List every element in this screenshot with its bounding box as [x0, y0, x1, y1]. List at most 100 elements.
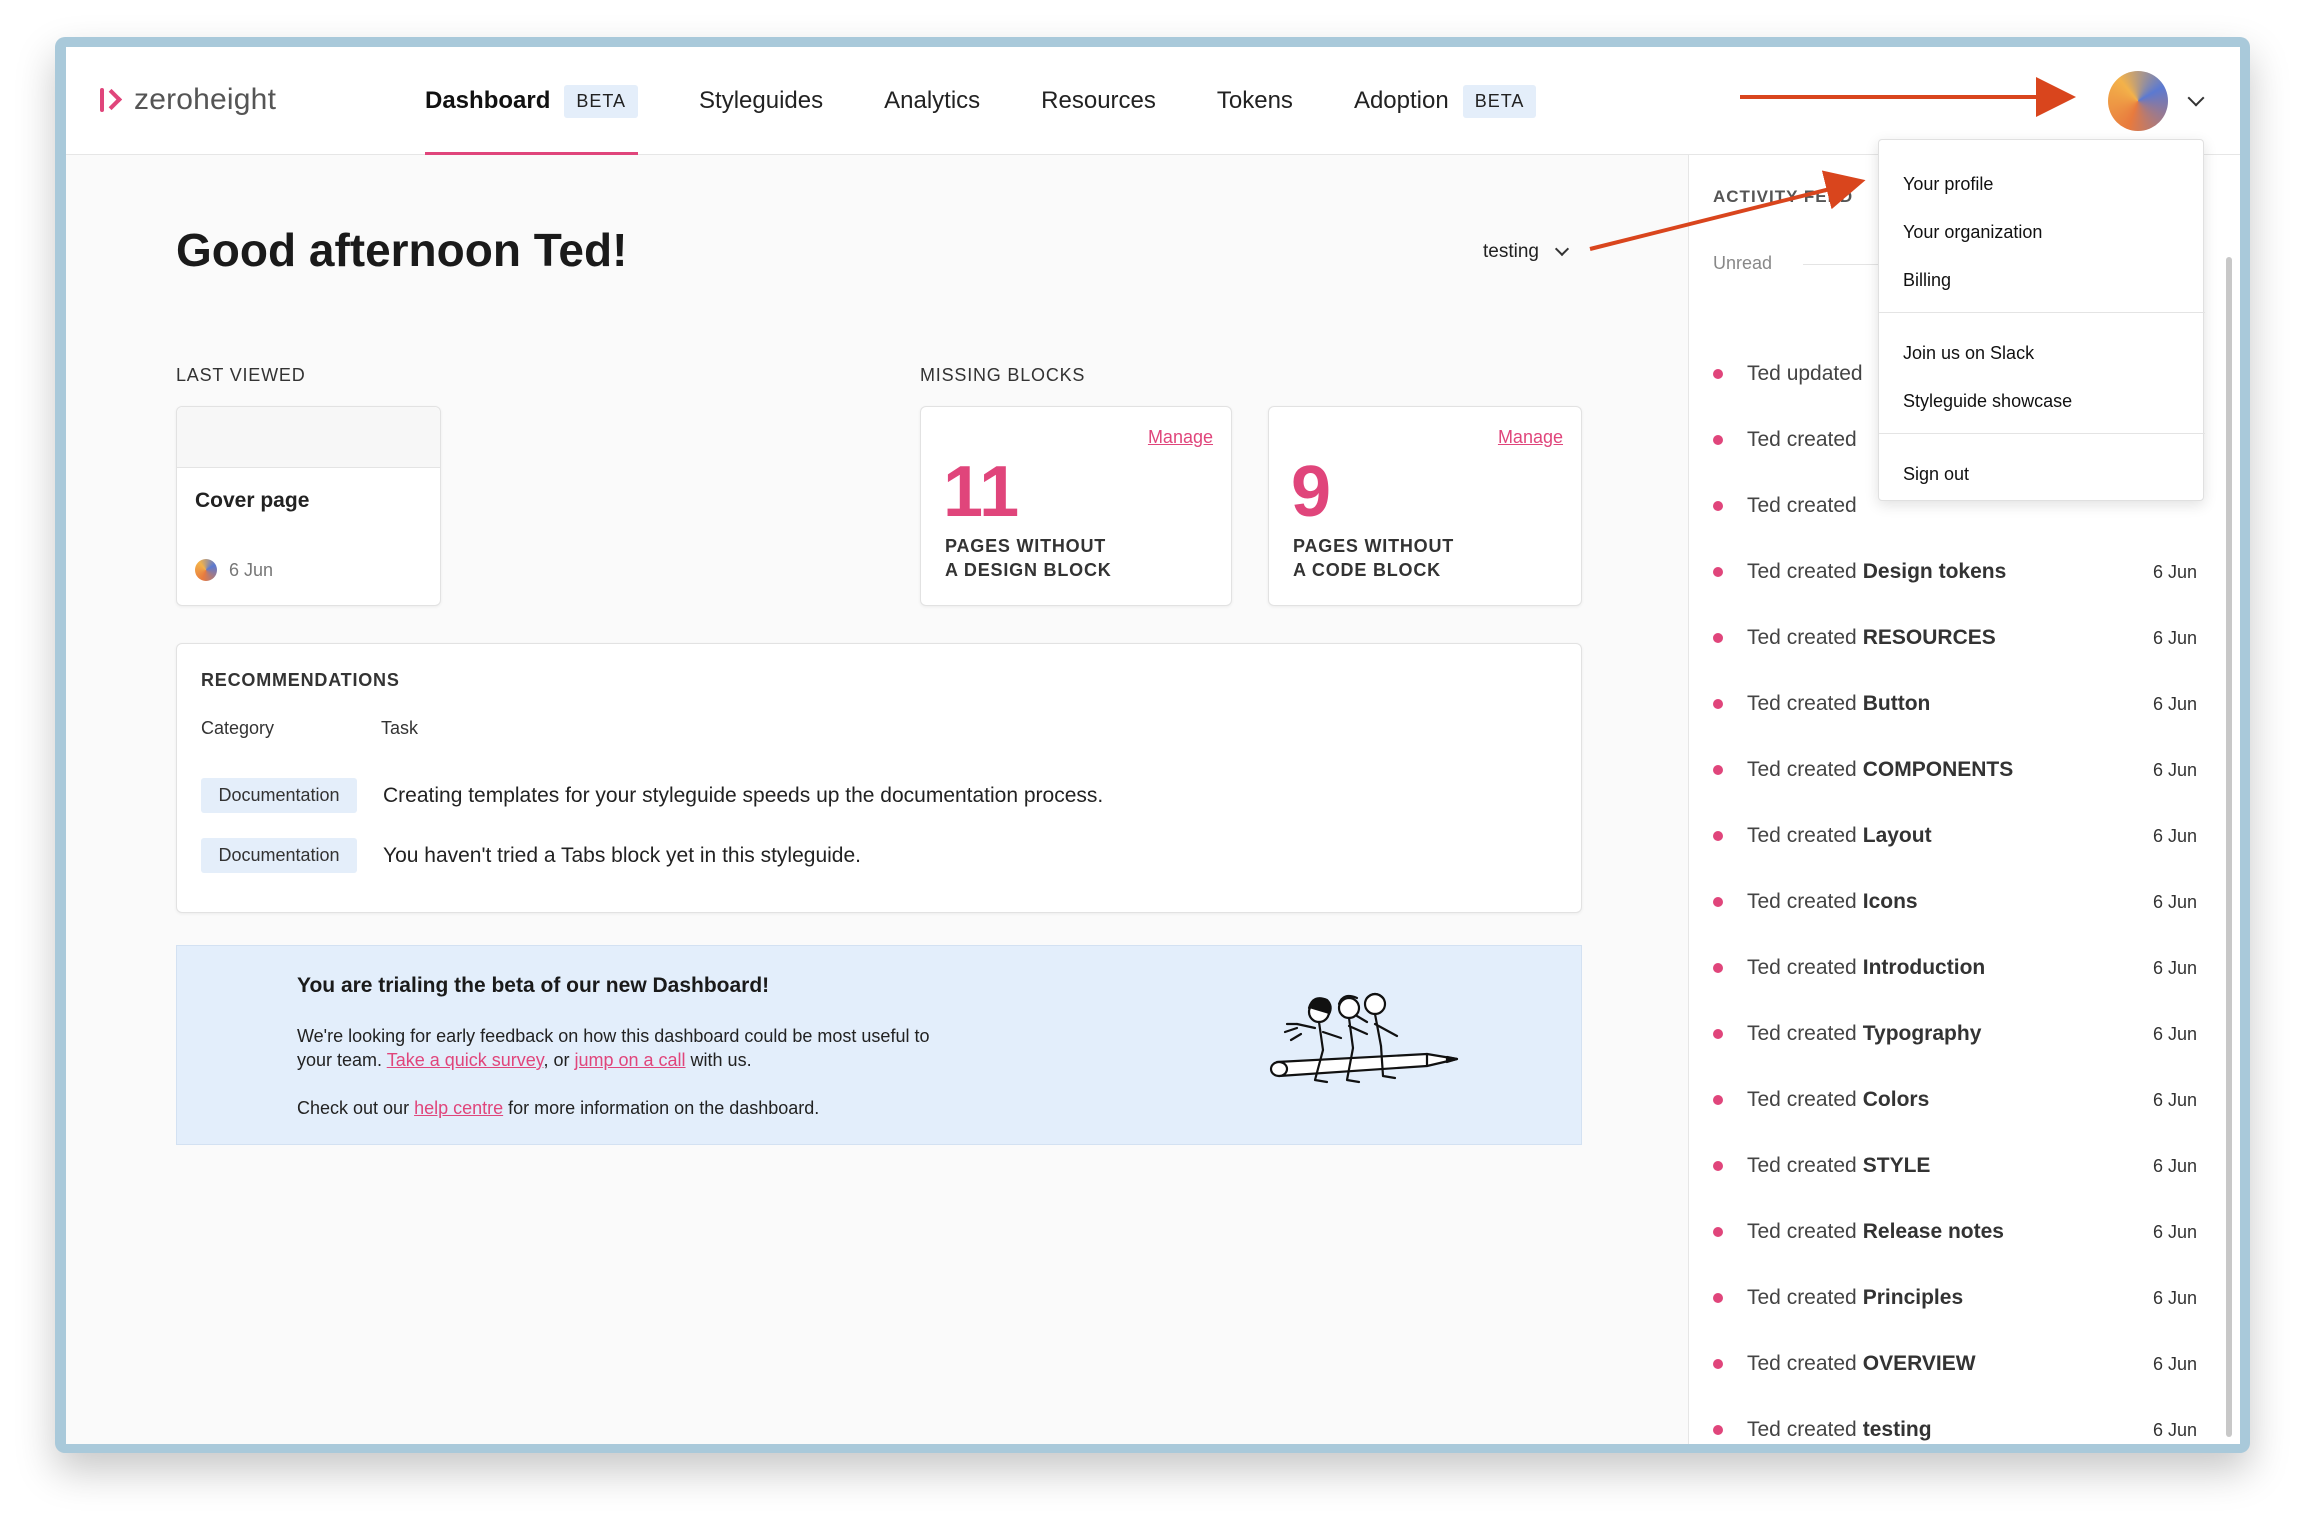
feed-item-action: Ted created [1747, 1154, 1857, 1177]
feed-item[interactable]: Ted created OVERVIEW 6 Jun [1713, 1349, 2213, 1379]
recommendation-row[interactable]: Documentation You haven't tried a Tabs b… [201, 838, 861, 873]
nav-adoption-label: Adoption [1353, 87, 1449, 114]
feed-item-date: 6 Jun [2153, 1155, 2198, 1176]
feed-item-action: Ted created [1747, 560, 1857, 583]
feed-scrollbar[interactable] [2226, 257, 2232, 1437]
feed-item[interactable]: Ted created Layout 6 Jun [1713, 821, 2213, 851]
people-riding-pencil-illustration [1269, 992, 1459, 1084]
banner-text-part: Check out our [297, 1098, 415, 1118]
feed-item[interactable]: Ted created testing 6 Jun [1713, 1415, 2213, 1444]
feed-item[interactable]: Ted created STYLE 6 Jun [1713, 1151, 2213, 1181]
feed-item-action: Ted created [1747, 758, 1857, 781]
logo[interactable]: zeroheight [98, 83, 276, 117]
manage-link[interactable]: Manage [1148, 427, 1213, 448]
manage-link[interactable]: Manage [1498, 427, 1563, 448]
styleguide-select-value: testing [1483, 241, 1539, 262]
feed-item[interactable]: Ted created Icons 6 Jun [1713, 887, 2213, 917]
unread-dot-icon [1713, 567, 1723, 577]
feed-item[interactable]: Ted created Design tokens 6 Jun [1713, 557, 2213, 587]
unread-dot-icon [1713, 963, 1723, 973]
feed-item-date: 6 Jun [2153, 627, 2198, 648]
feed-item-page-name: Design tokens [1862, 560, 2007, 583]
feed-item-action: Ted created [1747, 626, 1857, 649]
unread-dot-icon [1713, 1293, 1723, 1303]
unread-dot-icon [1713, 1029, 1723, 1039]
feed-item[interactable]: Ted created COMPONENTS 6 Jun [1713, 755, 2213, 785]
call-link[interactable]: jump on a call [574, 1050, 685, 1070]
feed-item-date: 6 Jun [2153, 825, 2198, 846]
menu-item-sign-out[interactable]: Sign out [1903, 464, 1969, 485]
nav-tokens-label: Tokens [1216, 87, 1293, 114]
menu-item-billing[interactable]: Billing [1903, 270, 1951, 291]
unread-dot-icon [1713, 1161, 1723, 1171]
task-text: You haven't tried a Tabs block yet in th… [383, 843, 861, 867]
missing-count: 9 [1291, 452, 1332, 532]
missing-block-label: PAGES WITHOUT A CODE BLOCK [1293, 534, 1454, 582]
unread-dot-icon [1713, 435, 1723, 445]
recommendation-row[interactable]: Documentation Creating templates for you… [201, 778, 1103, 813]
feed-item-date: 6 Jun [2153, 1287, 2198, 1308]
feed-item[interactable]: Ted created Button 6 Jun [1713, 689, 2213, 719]
unread-dot-icon [1713, 831, 1723, 841]
feed-item-action: Ted created [1747, 1352, 1857, 1375]
feed-item-page-name: Layout [1862, 824, 1932, 847]
beta-badge: BETA [564, 84, 639, 118]
styleguide-select[interactable]: testing [1483, 241, 1570, 263]
missing-code-block-card: Manage 9 PAGES WITHOUT A CODE BLOCK [1268, 406, 1582, 606]
feed-item-date: 6 Jun [2153, 891, 2198, 912]
feed-item[interactable]: Ted created RESOURCES 6 Jun [1713, 623, 2213, 653]
banner-text-part: , or [543, 1050, 575, 1070]
feed-item-action: Ted created [1747, 1022, 1857, 1045]
missing-block-label: PAGES WITHOUT A DESIGN BLOCK [945, 534, 1112, 582]
menu-item-your-organization[interactable]: Your organization [1903, 222, 2042, 243]
feed-item[interactable]: Ted created Typography 6 Jun [1713, 1019, 2213, 1049]
feed-item-action: Ted created [1747, 1286, 1857, 1309]
missing-block-label-line2: A DESIGN BLOCK [945, 560, 1112, 580]
nav-tokens[interactable]: Tokens [1217, 47, 1293, 155]
feed-item-page-name: Icons [1862, 890, 1918, 913]
nav-styleguides[interactable]: Styleguides [699, 47, 823, 155]
menu-item-your-profile[interactable]: Your profile [1903, 174, 1993, 195]
last-viewed-card[interactable]: Cover page 6 Jun [176, 406, 441, 606]
feed-item-action: Ted created [1747, 824, 1857, 847]
feed-item-date: 6 Jun [2153, 759, 2198, 780]
feed-item-page-name: Typography [1862, 1022, 1982, 1045]
help-centre-link[interactable]: help centre [414, 1098, 503, 1118]
feed-item[interactable]: Ted created Introduction 6 Jun [1713, 953, 2213, 983]
feed-item-action: Ted created [1747, 692, 1857, 715]
feed-item[interactable]: Ted created Release notes 6 Jun [1713, 1217, 2213, 1247]
survey-link[interactable]: Take a quick survey [387, 1050, 544, 1070]
unread-dot-icon [1713, 699, 1723, 709]
menu-item-styleguide-showcase[interactable]: Styleguide showcase [1903, 391, 2072, 412]
feed-item-page-name: STYLE [1862, 1154, 1931, 1177]
last-viewed-title: Cover page [195, 489, 310, 512]
nav-dashboard-label: Dashboard [425, 87, 551, 114]
feed-item-date: 6 Jun [2153, 693, 2198, 714]
feed-item-action: Ted created [1747, 956, 1857, 979]
last-viewed-meta: 6 Jun [195, 559, 273, 581]
nav-resources[interactable]: Resources [1041, 47, 1156, 155]
chevron-down-icon[interactable] [2187, 89, 2205, 107]
column-header-category: Category [201, 718, 275, 738]
feed-item-action: Ted created [1747, 428, 1857, 451]
nav-analytics-label: Analytics [884, 87, 981, 114]
last-viewed-label: LAST VIEWED [176, 365, 306, 385]
zeroheight-logo-icon [98, 85, 123, 115]
feed-item[interactable]: Ted created Colors 6 Jun [1713, 1085, 2213, 1115]
user-avatar[interactable] [2108, 71, 2168, 131]
user-menu-button[interactable] [2108, 71, 2205, 131]
chevron-down-icon [1554, 241, 1570, 257]
category-tag: Documentation [201, 838, 357, 873]
beta-banner: You are trialing the beta of our new Das… [176, 945, 1582, 1145]
feed-item-date: 6 Jun [2153, 957, 2198, 978]
feed-item[interactable]: Ted created Principles 6 Jun [1713, 1283, 2213, 1313]
page-thumbnail [177, 407, 440, 468]
nav-styleguides-label: Styleguides [699, 87, 824, 114]
menu-item-join-slack[interactable]: Join us on Slack [1903, 343, 2034, 364]
nav-adoption[interactable]: Adoption BETA [1353, 47, 1537, 155]
missing-block-label-line1: PAGES WITHOUT [945, 536, 1107, 556]
nav-dashboard[interactable]: Dashboard BETA [425, 47, 639, 155]
missing-count: 11 [943, 452, 1020, 532]
nav-analytics[interactable]: Analytics [884, 47, 980, 155]
column-header-task: Task [381, 718, 419, 738]
